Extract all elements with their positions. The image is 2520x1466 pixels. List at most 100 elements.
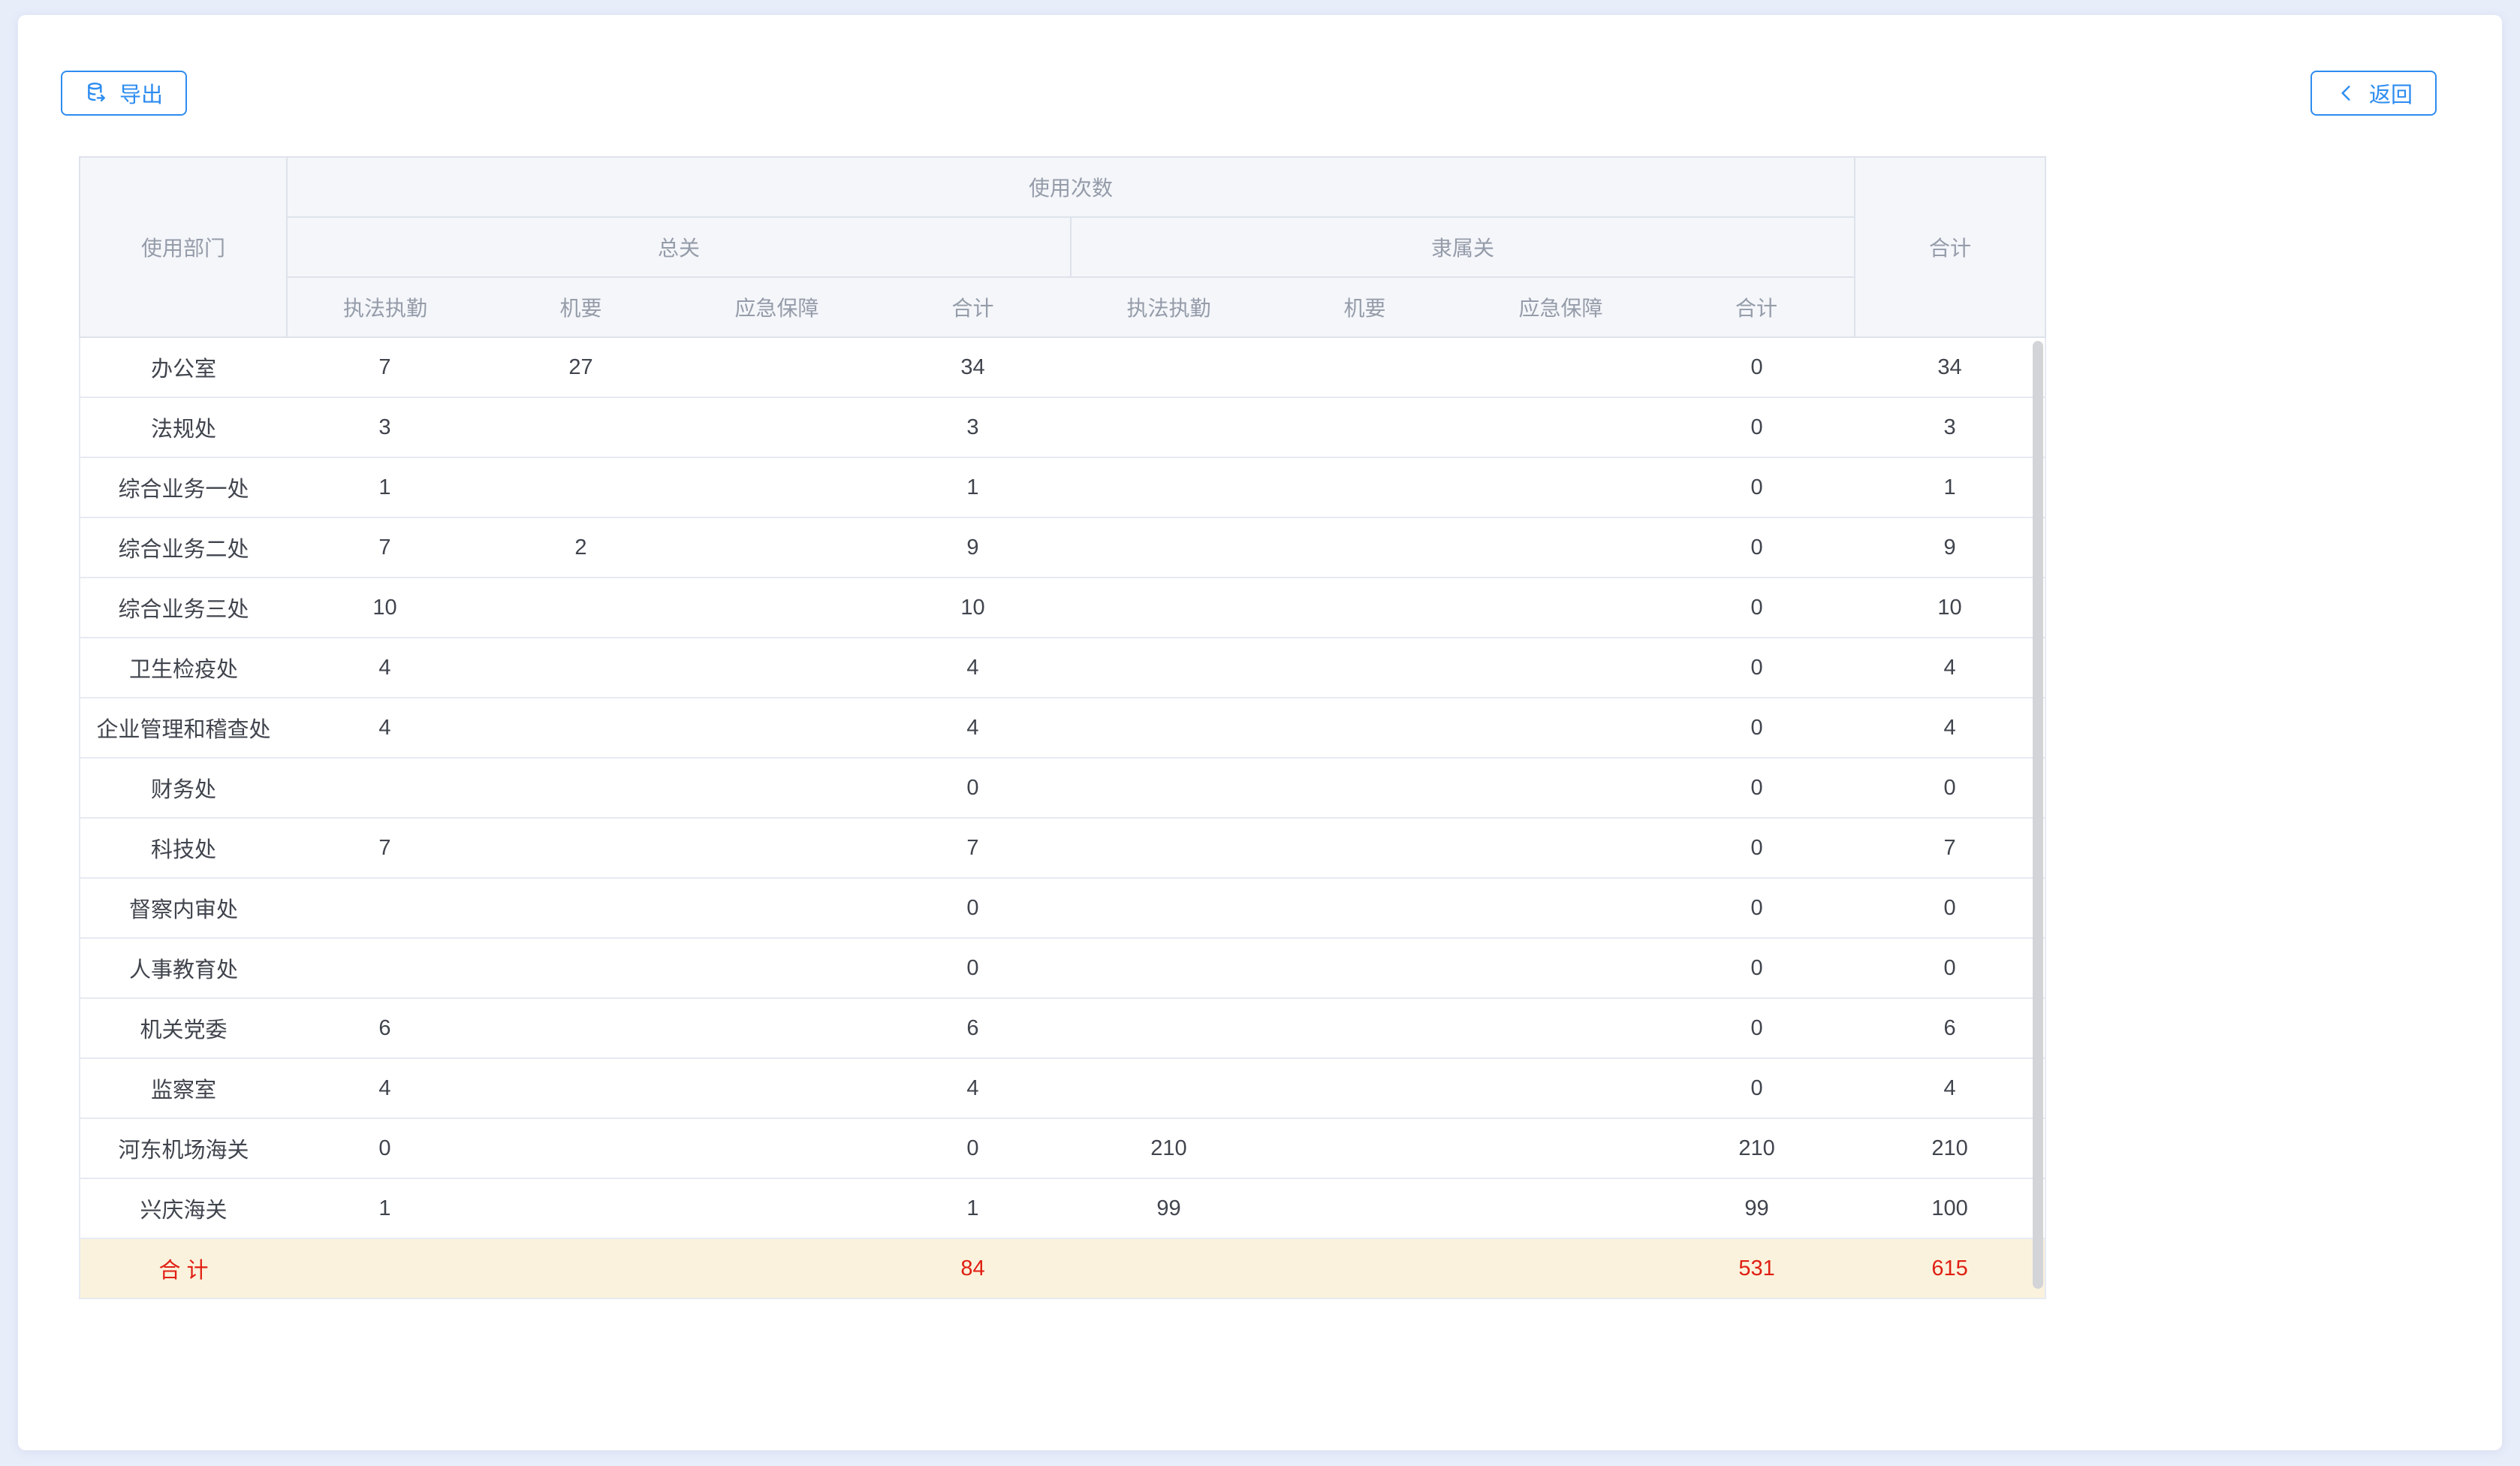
table-cell	[1463, 517, 1659, 578]
table-cell	[1463, 638, 1659, 698]
back-button[interactable]: 返回	[2311, 71, 2437, 116]
table-cell: 4	[1855, 638, 2045, 698]
table-cell	[1463, 698, 1659, 758]
col-header-ls-law-duty: 执法执勤	[1071, 277, 1267, 337]
table-cell: 0	[1659, 457, 1855, 517]
table-cell	[1267, 397, 1463, 457]
table-cell	[1071, 938, 1267, 998]
table-cell	[1463, 578, 1659, 638]
table-cell	[1071, 1238, 1267, 1299]
content-card: 导出 返回 使用部门 使用次数 合计 总	[18, 15, 2502, 1450]
col-header-ls-confidential: 机要	[1267, 277, 1463, 337]
table-cell: 10	[875, 578, 1071, 638]
table-cell	[1071, 998, 1267, 1058]
table-cell	[1463, 457, 1659, 517]
table-cell	[1463, 818, 1659, 878]
table-cell	[1267, 1118, 1463, 1178]
table-body: 办公室72734034法规处3303综合业务一处1101综合业务二处72909综…	[80, 337, 2045, 1299]
table-cell: 4	[287, 638, 483, 698]
table-cell	[1463, 1118, 1659, 1178]
table-cell	[1071, 818, 1267, 878]
export-button-label: 导出	[119, 77, 163, 109]
dept-cell: 科技处	[80, 818, 287, 878]
table-cell	[679, 818, 875, 878]
dept-cell: 卫生检疫处	[80, 638, 287, 698]
table-cell	[1071, 638, 1267, 698]
dept-cell: 河东机场海关	[80, 1118, 287, 1178]
table-cell: 1	[875, 457, 1071, 517]
table-cell: 7	[287, 818, 483, 878]
table-cell	[1071, 1058, 1267, 1118]
table-cell: 0	[1659, 698, 1855, 758]
table-cell: 615	[1855, 1238, 2045, 1299]
table-cell: 210	[1659, 1118, 1855, 1178]
database-export-icon	[85, 81, 109, 105]
dept-cell: 综合业务二处	[80, 517, 287, 578]
table-cell: 0	[1659, 1058, 1855, 1118]
table-cell: 99	[1659, 1178, 1855, 1238]
table-cell	[1267, 337, 1463, 397]
table-cell	[679, 938, 875, 998]
table-cell	[1463, 998, 1659, 1058]
col-header-zg-emergency: 应急保障	[679, 277, 875, 337]
table-row: 综合业务一处1101	[80, 457, 2045, 517]
table-row: 企业管理和稽查处4404	[80, 698, 2045, 758]
table-cell: 4	[1855, 1058, 2045, 1118]
dept-cell: 综合业务一处	[80, 457, 287, 517]
table-cell	[1267, 878, 1463, 938]
table-cell: 531	[1659, 1238, 1855, 1299]
page: { "colors":{ "primary":"#2d8cf0", "heade…	[0, 0, 2520, 1466]
table-cell	[1267, 758, 1463, 818]
table-row: 督察内审处000	[80, 878, 2045, 938]
table-cell	[1463, 397, 1659, 457]
table-cell	[679, 638, 875, 698]
table-cell	[1071, 878, 1267, 938]
dept-cell: 监察室	[80, 1058, 287, 1118]
table-row: 河东机场海关00210210210	[80, 1118, 2045, 1178]
table-cell: 0	[1855, 938, 2045, 998]
usage-stats-table: 使用部门 使用次数 合计 总关 隶属关 执法执勤 机要 应急保障 合计 执法执勤…	[79, 156, 2045, 1299]
table-cell	[1267, 698, 1463, 758]
table-cell	[1267, 578, 1463, 638]
table-cell: 1	[1855, 457, 2045, 517]
table-cell	[483, 457, 679, 517]
col-header-ls-emergency: 应急保障	[1463, 277, 1659, 337]
table-cell	[1463, 938, 1659, 998]
table-row: 法规处3303	[80, 397, 2045, 457]
table-cell	[679, 578, 875, 638]
table-cell	[287, 758, 483, 818]
table-row: 机关党委6606	[80, 998, 2045, 1058]
table-cell	[1071, 337, 1267, 397]
table-row: 兴庆海关119999100	[80, 1178, 2045, 1238]
table-cell	[1463, 1178, 1659, 1238]
col-header-ls-subtotal: 合计	[1659, 277, 1855, 337]
table-cell	[679, 1118, 875, 1178]
dept-cell: 督察内审处	[80, 878, 287, 938]
col-header-zongguan: 总关	[287, 217, 1071, 277]
dept-cell: 人事教育处	[80, 938, 287, 998]
table-cell: 4	[287, 698, 483, 758]
table-cell	[483, 578, 679, 638]
dept-cell: 合 计	[80, 1238, 287, 1299]
table-cell: 9	[875, 517, 1071, 578]
table-row: 综合业务三处1010010	[80, 578, 2045, 638]
table-cell: 6	[875, 998, 1071, 1058]
scrollbar-thumb[interactable]	[2033, 341, 2043, 1289]
col-header-lishuguan: 隶属关	[1071, 217, 1855, 277]
table-cell	[1463, 878, 1659, 938]
col-header-grand-total: 合计	[1855, 157, 2045, 337]
col-header-zg-subtotal: 合计	[875, 277, 1071, 337]
export-button[interactable]: 导出	[61, 71, 187, 116]
table-cell: 7	[287, 337, 483, 397]
table-cell: 210	[1855, 1118, 2045, 1178]
col-header-usage-count: 使用次数	[287, 157, 1855, 217]
table-cell	[679, 758, 875, 818]
table-cell	[679, 337, 875, 397]
table-scrollbar[interactable]	[2033, 341, 2043, 1289]
table-cell	[483, 698, 679, 758]
table-cell: 34	[875, 337, 1071, 397]
table-cell	[1267, 998, 1463, 1058]
table-row: 科技处7707	[80, 818, 2045, 878]
table-cell	[1463, 1238, 1659, 1299]
table-cell	[679, 1238, 875, 1299]
